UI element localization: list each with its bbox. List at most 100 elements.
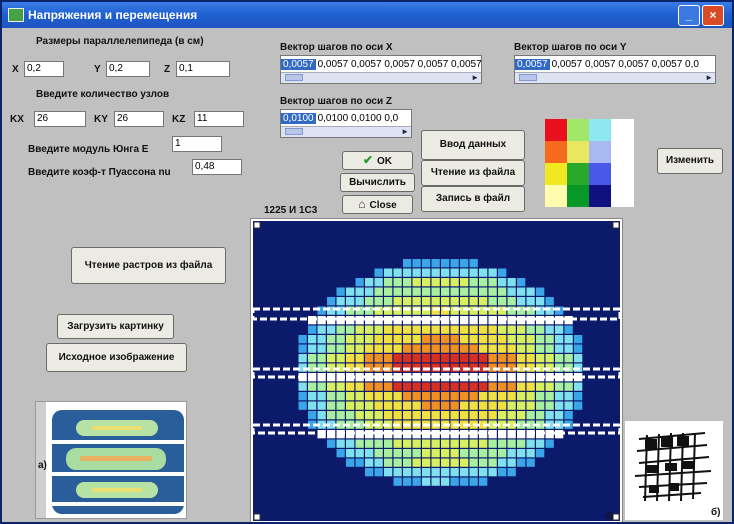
resize-handle[interactable]: [253, 221, 261, 229]
stress-grid-view[interactable]: б): [250, 218, 623, 522]
read-file-button[interactable]: Чтение из файла: [421, 160, 525, 186]
grid-cell: [469, 449, 478, 458]
close-button[interactable]: ⌂ Close: [342, 195, 413, 214]
palette-swatch[interactable]: [545, 163, 567, 185]
grid-cell: [555, 392, 564, 401]
grid-cell: [336, 392, 345, 401]
palette-swatch[interactable]: [589, 141, 611, 163]
grid-cell: [498, 392, 507, 401]
palette-swatch[interactable]: [567, 119, 589, 141]
palette-swatch[interactable]: [589, 163, 611, 185]
z-steps-selected[interactable]: 0,0100: [281, 113, 316, 124]
grid-cell: [460, 468, 469, 477]
grid-cell: [507, 458, 516, 467]
z-steps-list[interactable]: 0,0100 0,0100 0,0100 0,0 ►: [280, 109, 412, 138]
ok-button[interactable]: ✔ OK: [342, 151, 413, 170]
palette-swatch[interactable]: [611, 163, 633, 185]
palette-swatch[interactable]: [611, 185, 633, 207]
grid-cell: [393, 354, 402, 363]
change-palette-button[interactable]: Изменить: [657, 148, 723, 174]
grid-cell: [412, 344, 421, 353]
grid-cell: [507, 468, 516, 477]
grid-cell: [536, 382, 545, 391]
grid-cell: [384, 335, 393, 344]
app-window: Напряжения и перемещения _ × Размеры пар…: [0, 0, 734, 524]
grid-cell: [412, 287, 421, 296]
palette-swatch[interactable]: [545, 141, 567, 163]
young-input[interactable]: 1: [172, 136, 222, 152]
y-steps-selected[interactable]: 0,0057: [515, 59, 550, 70]
title-bar[interactable]: Напряжения и перемещения _ ×: [2, 2, 732, 28]
palette-swatch[interactable]: [567, 163, 589, 185]
palette-swatch[interactable]: [567, 185, 589, 207]
palette-swatch[interactable]: [589, 185, 611, 207]
grid-cell: [469, 268, 478, 277]
y-steps-scrollbar[interactable]: ►: [515, 72, 715, 83]
dim-y-input[interactable]: 0,2: [106, 61, 150, 77]
scroll-right-icon[interactable]: ►: [705, 73, 713, 83]
grid-cell: [479, 354, 488, 363]
source-image-button[interactable]: Исходное изображение: [46, 343, 187, 372]
dim-x-input[interactable]: 0,2: [24, 61, 64, 77]
resize-handle[interactable]: [253, 513, 261, 521]
y-steps-scroll-thumb[interactable]: [519, 74, 537, 81]
grid-cell: [460, 287, 469, 296]
close-window-button[interactable]: ×: [702, 5, 724, 26]
grid-cell: [422, 335, 431, 344]
resize-handle[interactable]: [612, 221, 620, 229]
grid-cell: [365, 354, 374, 363]
x-steps-scroll-thumb[interactable]: [285, 74, 303, 81]
grid-cell: [460, 268, 469, 277]
read-grid-button[interactable]: Чтение растров из файла: [71, 247, 226, 284]
grid-cell: [498, 268, 507, 277]
enter-data-button[interactable]: Ввод данных: [421, 130, 525, 160]
grid-cell: [374, 268, 383, 277]
color-palette[interactable]: [545, 119, 634, 207]
grid-cell: [564, 392, 573, 401]
ky-input[interactable]: 26: [114, 111, 164, 127]
grid-cell: [403, 411, 412, 420]
load-image-button[interactable]: Загрузить картинку: [57, 314, 174, 339]
grid-cell: [308, 325, 317, 334]
grid-cell: [517, 325, 526, 334]
grid-cell: [460, 382, 469, 391]
grid-cell: [441, 335, 450, 344]
resize-handle[interactable]: [612, 513, 620, 521]
z-steps-scroll-thumb[interactable]: [285, 128, 303, 135]
x-steps-selected[interactable]: 0,0057: [281, 59, 316, 70]
grid-cell: [526, 458, 535, 467]
kz-input[interactable]: 11: [194, 111, 244, 127]
grid-cell: [403, 401, 412, 410]
grid-cell: [450, 468, 459, 477]
grid-cell: [384, 382, 393, 391]
grid-cell: [422, 325, 431, 334]
grid-cell: [412, 411, 421, 420]
palette-swatch[interactable]: [611, 119, 633, 141]
poisson-input[interactable]: 0,48: [192, 159, 242, 175]
grid-cell: [298, 392, 307, 401]
grid-cell: [450, 335, 459, 344]
dim-z-input[interactable]: 0,1: [176, 61, 230, 77]
y-steps-list[interactable]: 0,0057 0,0057 0,0057 0,0057 0,0057 0,0 ►: [514, 55, 716, 84]
x-steps-scrollbar[interactable]: ►: [281, 72, 481, 83]
palette-swatch[interactable]: [567, 141, 589, 163]
palette-swatch[interactable]: [545, 119, 567, 141]
palette-swatch[interactable]: [611, 141, 633, 163]
x-steps-list[interactable]: 0,0057 0,0057 0,0057 0,0057 0,0057 0,0057…: [280, 55, 482, 84]
grid-cell: [374, 411, 383, 420]
kx-input[interactable]: 26: [34, 111, 86, 127]
grid-cell: [574, 382, 583, 391]
scroll-right-icon[interactable]: ►: [401, 127, 409, 137]
compute-button[interactable]: Вычислить: [340, 173, 415, 192]
grid-cell: [374, 439, 383, 448]
minimize-button[interactable]: _: [678, 5, 700, 26]
grid-cell: [336, 335, 345, 344]
grid-cell: [422, 392, 431, 401]
palette-swatch[interactable]: [545, 185, 567, 207]
grid-cell: [479, 382, 488, 391]
write-file-button[interactable]: Запись в файл: [421, 186, 525, 212]
palette-swatch[interactable]: [589, 119, 611, 141]
scroll-right-icon[interactable]: ►: [471, 73, 479, 83]
z-steps-scrollbar[interactable]: ►: [281, 126, 411, 137]
grid-cell: [536, 354, 545, 363]
